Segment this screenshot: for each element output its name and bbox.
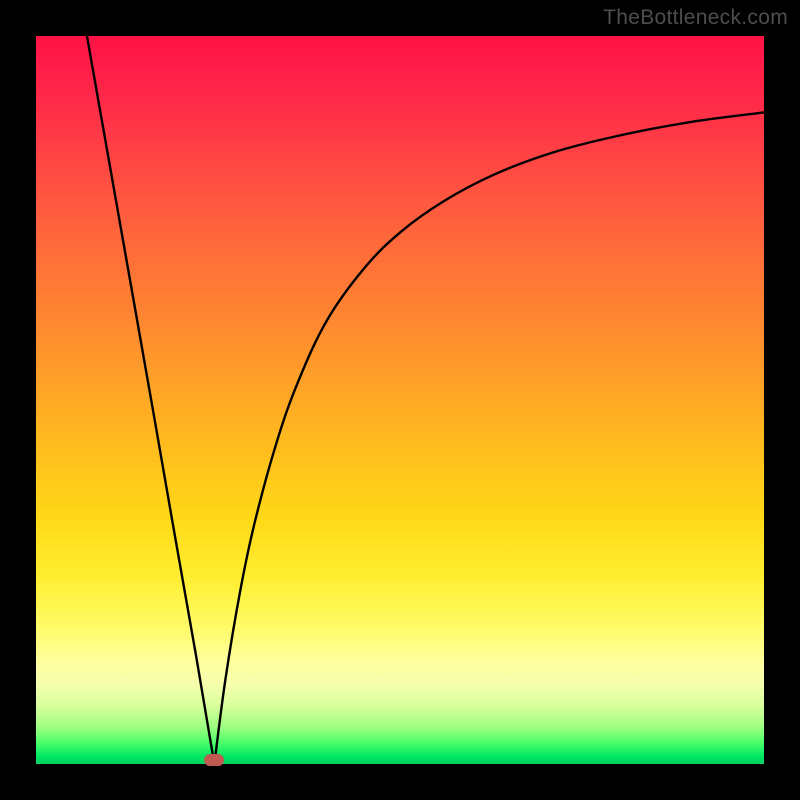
minimum-marker: [204, 754, 224, 766]
plot-area: [36, 36, 764, 764]
curve-layer: [36, 36, 764, 764]
chart-frame: TheBottleneck.com: [0, 0, 800, 800]
watermark-text: TheBottleneck.com: [603, 6, 788, 30]
bottleneck-curve: [87, 36, 764, 764]
